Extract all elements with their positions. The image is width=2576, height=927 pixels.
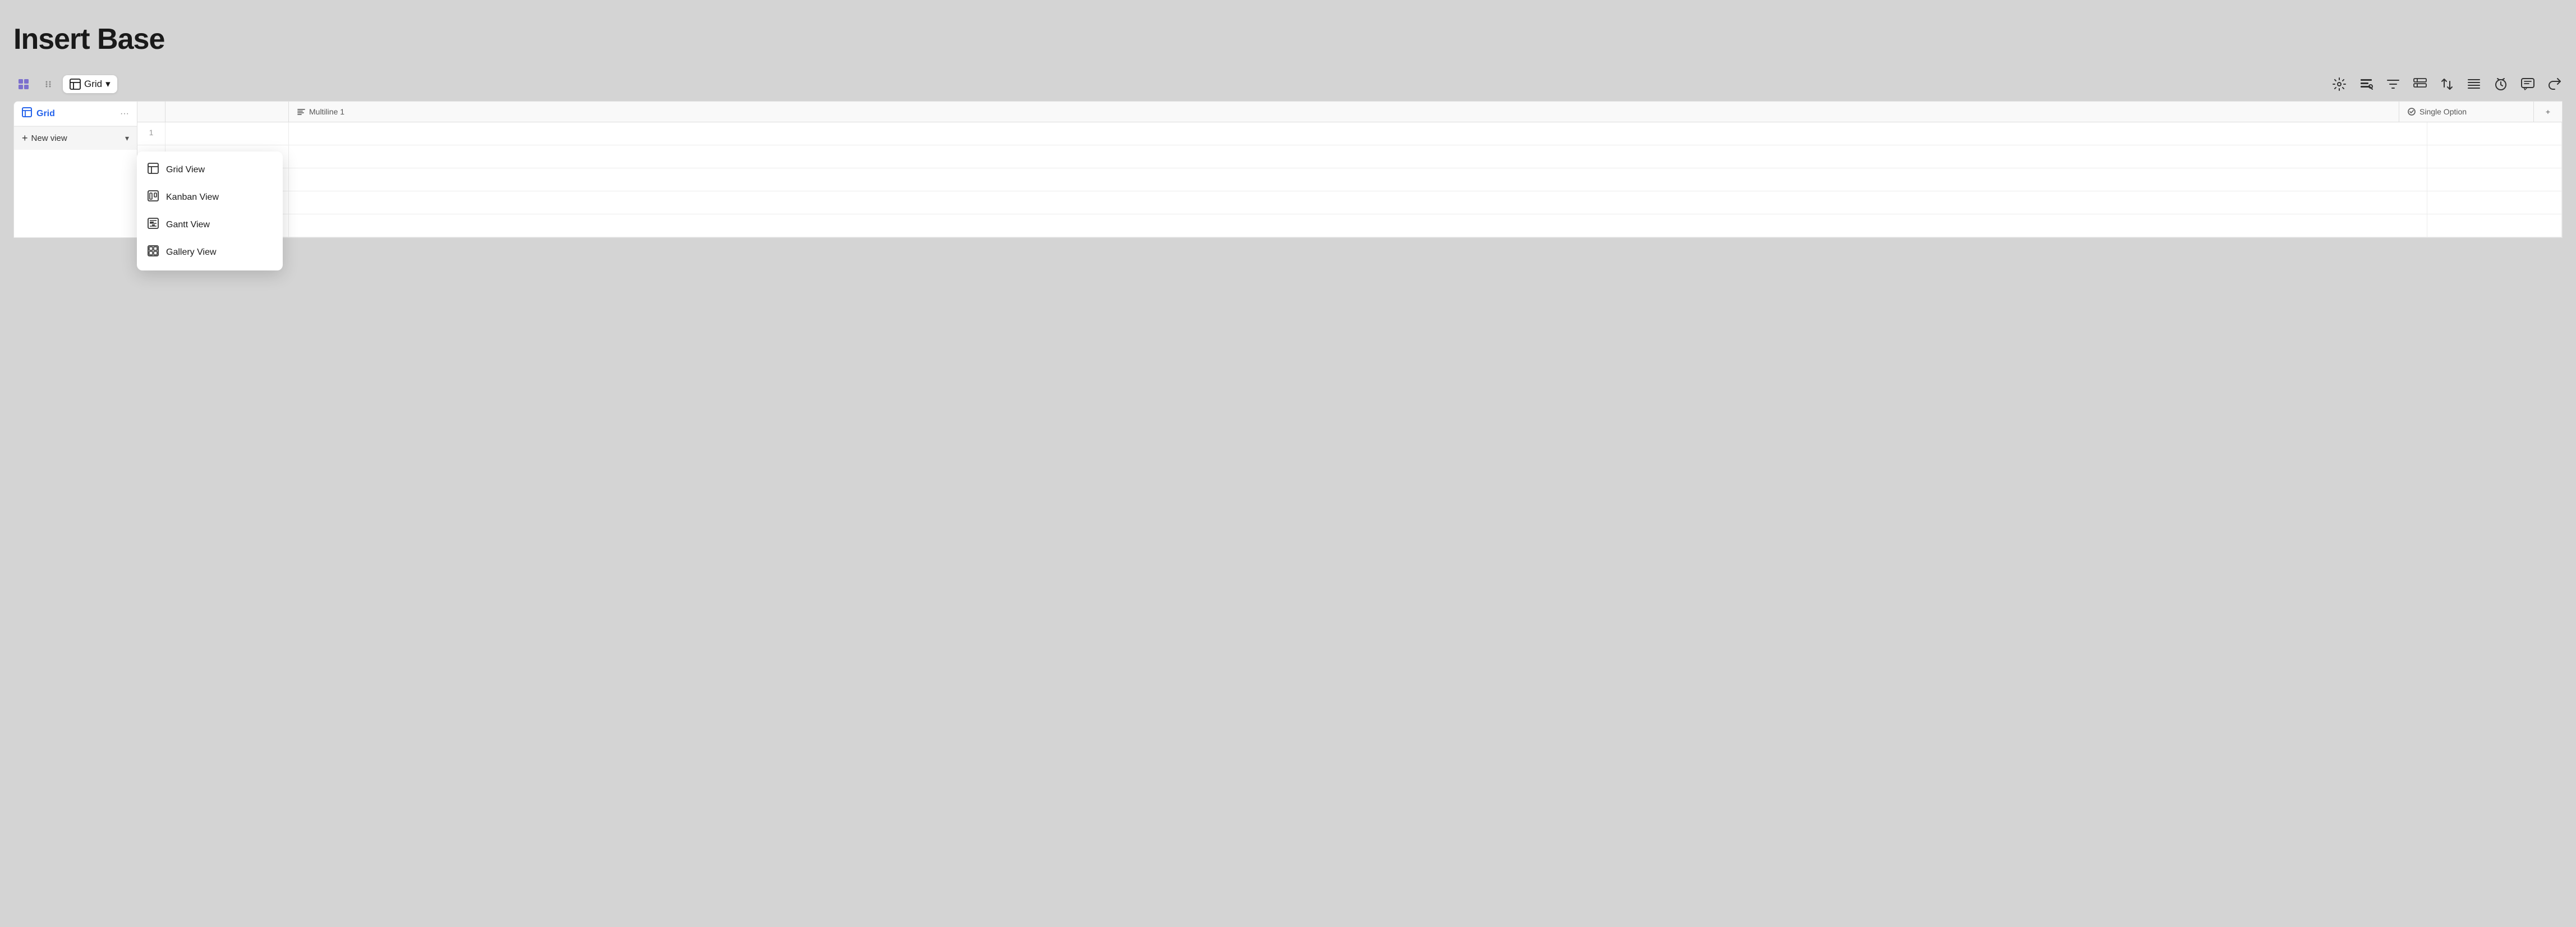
multiline-cell[interactable] xyxy=(289,191,2427,214)
single-option-cell[interactable] xyxy=(2427,145,2562,168)
new-view-label: New view xyxy=(31,134,122,143)
add-col-header[interactable]: + xyxy=(2534,102,2562,122)
single-option-cell[interactable] xyxy=(2427,122,2562,145)
table-row: 1 xyxy=(137,122,2562,145)
row-num-header xyxy=(137,102,165,122)
reminder-icon[interactable] xyxy=(2493,76,2509,92)
comment-icon[interactable] xyxy=(2520,76,2536,92)
chevron-down-icon: ▾ xyxy=(105,79,111,90)
group-icon[interactable] xyxy=(2412,76,2428,92)
grid-view-icon xyxy=(22,107,32,120)
fields-icon[interactable] xyxy=(2358,76,2374,92)
table-row: 3 xyxy=(137,168,2562,191)
table-row: 4 xyxy=(137,191,2562,214)
share-icon[interactable] xyxy=(2547,76,2563,92)
new-view-dropdown: Grid View Kanban View xyxy=(137,152,283,270)
view-selector-button[interactable]: Grid ▾ xyxy=(63,75,117,93)
single-option-cell[interactable] xyxy=(2427,214,2562,237)
dropdown-item-grid-view[interactable]: Grid View xyxy=(137,156,283,183)
single-option-cell[interactable] xyxy=(2427,191,2562,214)
main-cell[interactable] xyxy=(165,122,289,145)
gantt-view-label: Gantt View xyxy=(166,220,210,230)
gallery-view-dropdown-icon xyxy=(147,245,159,259)
sort-icon[interactable] xyxy=(2439,76,2455,92)
dropdown-item-gantt-view[interactable]: Gantt View xyxy=(137,211,283,238)
table-row: 5 xyxy=(137,214,2562,237)
dropdown-item-gallery-view[interactable]: Gallery View xyxy=(137,238,283,266)
more-options-icon[interactable]: ··· xyxy=(120,109,129,119)
add-col-icon: + xyxy=(2546,107,2550,116)
row-height-icon[interactable] xyxy=(2466,76,2482,92)
dropdown-arrow-icon: ▾ xyxy=(125,134,129,143)
grid-view-label: Grid View xyxy=(166,165,205,175)
multiline-cell[interactable] xyxy=(289,168,2427,191)
multiline-cell[interactable] xyxy=(289,145,2427,168)
grid-icon-btn[interactable] xyxy=(13,74,34,94)
grid-table-icon xyxy=(70,79,81,90)
toolbar-right-icons xyxy=(2331,76,2563,92)
grid-view-dropdown-icon xyxy=(147,163,159,177)
purple-grid-icon xyxy=(17,78,30,90)
toolbar: Grid ▾ xyxy=(13,74,2563,101)
multiline-cell[interactable] xyxy=(289,214,2427,237)
dropdown-item-kanban-view[interactable]: Kanban View xyxy=(137,183,283,211)
main-col-header xyxy=(165,102,289,122)
single-option-cell[interactable] xyxy=(2427,168,2562,191)
plus-icon: + xyxy=(22,132,28,144)
page-container: Insert Base xyxy=(13,13,2563,914)
multiline-col-header[interactable]: Multiline 1 xyxy=(289,102,2399,122)
kanban-view-label: Kanban View xyxy=(166,192,219,203)
page-title: Insert Base xyxy=(13,13,2563,56)
multiline-cell[interactable] xyxy=(289,122,2427,145)
option-field-icon xyxy=(2407,107,2416,116)
sidebar-item-grid[interactable]: Grid ··· xyxy=(14,102,137,126)
view-selector-label: Grid xyxy=(84,79,102,90)
grid-table: Multiline 1 Single Option + 1 xyxy=(137,101,2563,238)
gantt-view-dropdown-icon xyxy=(147,218,159,232)
drag-handle-btn[interactable] xyxy=(38,74,58,94)
settings-icon[interactable] xyxy=(2331,76,2347,92)
main-content: Grid ··· + New view ▾ Multiline 1 xyxy=(13,101,2563,238)
row-num-cell: 1 xyxy=(137,122,165,145)
multiline-col-label: Multiline 1 xyxy=(309,107,344,116)
single-option-col-label: Single Option xyxy=(2419,107,2467,116)
gallery-view-label: Gallery View xyxy=(166,247,217,258)
table-row: 2 xyxy=(137,145,2562,168)
filter-icon[interactable] xyxy=(2385,76,2401,92)
sidebar-grid-label: Grid xyxy=(36,109,116,119)
sidebar: Grid ··· + New view ▾ xyxy=(13,101,137,238)
grid-header: Multiline 1 Single Option + xyxy=(137,102,2562,122)
text-field-icon xyxy=(297,107,306,116)
new-view-button[interactable]: + New view ▾ xyxy=(14,126,137,150)
kanban-view-dropdown-icon xyxy=(147,190,159,204)
single-option-col-header[interactable]: Single Option xyxy=(2399,102,2534,122)
drag-dots-icon xyxy=(44,80,53,89)
